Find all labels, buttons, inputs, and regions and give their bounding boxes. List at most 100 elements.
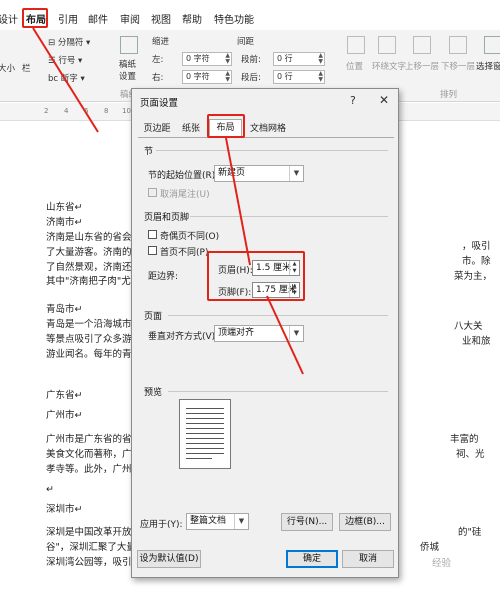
page-setup-dialog: 页面设置 ? ✕ 页边距 纸张 布局 文档网格 节 节的起始位置(R): 新建页…	[131, 88, 399, 578]
doc-line-fragment: 业和旅	[462, 336, 491, 347]
doc-line-fragment: 的"硅	[458, 527, 482, 538]
doc-line: 谷"，深圳汇聚了大量	[46, 542, 136, 553]
size-button[interactable]: 大小	[0, 62, 15, 74]
tab-paper[interactable]: 纸张	[176, 121, 206, 137]
divider	[168, 391, 388, 392]
divider	[168, 315, 388, 316]
spin-arrows-icon[interactable]: ▲ ▼	[225, 71, 230, 83]
doc-line-fragment: ，吸引	[462, 241, 491, 252]
hyphenation-icon: bc	[48, 74, 61, 84]
page-preview	[179, 399, 231, 469]
odd-even-checkbox[interactable]	[148, 230, 157, 239]
doc-line: 其中"济南把子肉"尤	[46, 276, 131, 287]
line-numbers-button[interactable]: 行号(N)...	[281, 513, 333, 531]
section-start-label: 节的起始位置(R):	[148, 171, 219, 181]
doc-line: 美食文化而著称，广	[46, 449, 132, 460]
selection-pane-button[interactable]: 选择窗格	[476, 60, 500, 72]
indent-left-input[interactable]: 0 字符 ▲ ▼	[182, 52, 232, 66]
tab-special-features[interactable]: 特色功能	[214, 11, 254, 26]
vertical-alignment-label: 垂直对齐方式(V):	[148, 332, 219, 342]
manuscript-label-1[interactable]: 稿纸	[119, 58, 136, 70]
tab-view[interactable]: 视图	[151, 11, 171, 26]
doc-line: 青岛是一个沿海城市	[46, 319, 132, 330]
indent-left-label: 左:	[152, 55, 164, 65]
annotation-highlight-layout-tab	[22, 8, 48, 28]
cancel-button[interactable]: 取消	[342, 550, 394, 568]
doc-line: 深圳是中国改革开放	[46, 527, 132, 538]
doc-line: 广州市↵	[46, 410, 83, 421]
chevron-down-icon: ▼	[234, 514, 248, 529]
bring-forward-button[interactable]: 上移一层	[405, 60, 439, 72]
tab-mailings[interactable]: 邮件	[88, 11, 108, 26]
columns-button[interactable]: 栏	[22, 62, 31, 74]
apply-to-select[interactable]: 整篇文档 ▼	[186, 513, 249, 530]
doc-line: ↵	[46, 484, 54, 495]
odd-even-label: 奇偶页不同(O)	[160, 232, 220, 242]
arrange-group-label: 排列	[440, 90, 458, 100]
doc-line: 深圳湾公园等，吸引	[46, 557, 132, 568]
headers-footers-header: 页眉和页脚	[144, 213, 190, 223]
close-icon[interactable]: ✕	[379, 93, 389, 107]
set-default-button[interactable]: 设为默认值(D)	[137, 550, 201, 568]
position-icon	[347, 36, 365, 54]
doc-line: 深圳市↵	[46, 504, 83, 515]
first-page-checkbox[interactable]	[148, 246, 157, 255]
doc-line: 孝寺等。此外，广州	[46, 464, 132, 475]
tab-review[interactable]: 审阅	[120, 11, 140, 26]
divider	[190, 216, 388, 217]
page-header: 页面	[144, 312, 163, 322]
ok-button[interactable]: 确定	[286, 550, 338, 568]
wrap-text-button[interactable]: 环绕文字	[372, 60, 406, 72]
position-button[interactable]: 位置	[346, 60, 363, 72]
chevron-down-icon: ▼	[289, 166, 303, 181]
tab-help[interactable]: 帮助	[182, 11, 202, 26]
first-page-label: 首页不同(P)	[160, 248, 209, 258]
spacing-before-input[interactable]: 0 行 ▲ ▼	[273, 52, 325, 66]
spacing-before-label: 段前:	[241, 55, 261, 65]
suppress-endnotes-label: 取消尾注(U)	[160, 190, 210, 200]
doc-line: 济南市↵	[46, 217, 83, 228]
breaks-button[interactable]: ⊟ 分隔符 ▾	[48, 36, 90, 48]
section-start-select[interactable]: 新建页 ▼	[214, 165, 304, 182]
doc-line-fragment: 丰富的	[450, 434, 479, 445]
indent-header: 缩进	[152, 37, 170, 47]
watermark-text: 经验	[432, 558, 452, 569]
doc-line-fragment: 市。除	[462, 256, 491, 267]
section-header: 节	[144, 147, 154, 157]
bring-forward-icon	[413, 36, 431, 54]
doc-line-fragment: 八大关	[454, 321, 483, 332]
spacing-after-input[interactable]: 0 行 ▲ ▼	[273, 70, 325, 84]
doc-line: 青岛市↵	[46, 304, 83, 315]
spacing-header: 间距	[237, 37, 255, 47]
tab-references[interactable]: 引用	[58, 11, 78, 26]
vertical-alignment-select[interactable]: 顶端对齐 ▼	[214, 325, 304, 342]
manuscript-label-2[interactable]: 设置	[119, 70, 136, 82]
tab-margins[interactable]: 页边距	[138, 121, 176, 137]
indent-right-input[interactable]: 0 字符 ▲ ▼	[182, 70, 232, 84]
ribbon-tab-bar: 设计 布局 引用 邮件 审阅 视图 帮助 特色功能	[0, 0, 500, 30]
doc-line: 游业闻名。每年的青	[46, 349, 132, 360]
wrap-text-icon	[378, 36, 396, 54]
help-icon[interactable]: ?	[350, 94, 356, 107]
doc-line-fragment: 侨城	[420, 542, 440, 553]
tab-document-grid[interactable]: 文档网格	[246, 121, 290, 137]
send-backward-button[interactable]: 下移一层	[441, 60, 475, 72]
spin-arrows-icon[interactable]: ▲ ▼	[225, 53, 230, 65]
apply-to-label: 应用于(Y):	[140, 520, 183, 530]
hyphenation-button[interactable]: bc 断字 ▾	[48, 72, 85, 84]
suppress-endnotes-checkbox[interactable]	[148, 188, 157, 197]
dialog-title: 页面设置	[140, 98, 179, 109]
send-backward-icon	[449, 36, 467, 54]
borders-button[interactable]: 边框(B)...	[339, 513, 391, 531]
chevron-down-icon: ▼	[289, 326, 303, 341]
doc-line-fragment: 祠、光	[456, 449, 485, 460]
annotation-highlight-layout-dialog-tab	[207, 114, 245, 138]
doc-line: 了大量游客。济南的	[46, 247, 132, 258]
selection-pane-icon	[484, 36, 500, 54]
tab-design[interactable]: 设计	[0, 11, 18, 26]
layout-tab-panel: 节 节的起始位置(R): 新建页 ▼ 取消尾注(U) 页眉和页脚 奇偶页不同(O)…	[138, 137, 394, 549]
divider	[156, 150, 388, 151]
line-numbers-button[interactable]: ☰ 行号 ▾	[48, 54, 82, 66]
spin-arrows-icon[interactable]: ▲ ▼	[318, 71, 323, 83]
spin-arrows-icon[interactable]: ▲ ▼	[318, 53, 323, 65]
